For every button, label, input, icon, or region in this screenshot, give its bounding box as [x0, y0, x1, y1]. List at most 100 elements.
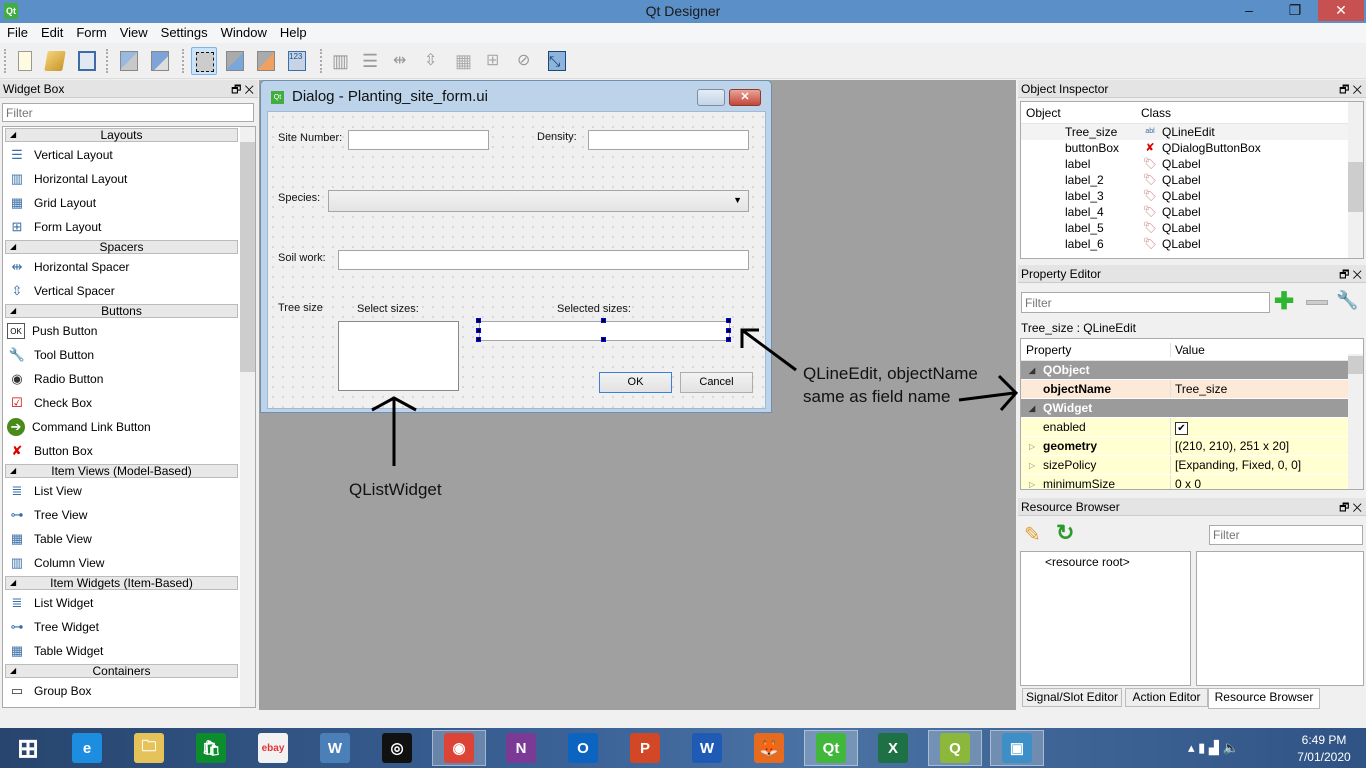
bring-to-front-button[interactable]: [147, 47, 173, 75]
property-value[interactable]: Tree_size: [1171, 382, 1227, 396]
tab-signal-slot-editor[interactable]: Signal/Slot Editor: [1022, 688, 1122, 707]
toolbar-grip[interactable]: [4, 49, 7, 73]
property-row[interactable]: ▷ sizePolicy [Expanding, Fixed, 0, 0]: [1021, 456, 1363, 475]
resource-root-item[interactable]: <resource root>: [1021, 552, 1190, 569]
widget-category-header[interactable]: ◢ Item Views (Model-Based): [5, 464, 238, 478]
tab-resource-browser[interactable]: Resource Browser: [1208, 688, 1320, 709]
taskbar-internet-explorer[interactable]: e: [60, 730, 114, 766]
object-tree-row[interactable]: label_3 🏷 QLabel: [1021, 188, 1363, 204]
lay-out-vertically-button[interactable]: ☰: [358, 47, 384, 75]
taskbar-app-circle[interactable]: ◎: [370, 730, 424, 766]
save-form-button[interactable]: [74, 47, 100, 75]
widget-category-header[interactable]: ◢ Layouts: [5, 128, 238, 142]
object-inspector-scrollbar[interactable]: [1348, 102, 1363, 258]
taskbar-chrome[interactable]: ◉: [432, 730, 486, 766]
menu-window[interactable]: Window: [214, 23, 273, 40]
restore-button[interactable]: ❐: [1272, 0, 1318, 21]
object-tree-row[interactable]: label_6 🏷 QLabel: [1021, 236, 1363, 252]
taskbar-qgis[interactable]: Q: [928, 730, 982, 766]
object-tree-row[interactable]: label_5 🏷 QLabel: [1021, 220, 1363, 236]
object-tree-row[interactable]: label_2 🏷 QLabel: [1021, 172, 1363, 188]
close-icon[interactable]: ✕: [1352, 269, 1362, 281]
edit-resources-pencil-icon[interactable]: ✎: [1024, 522, 1041, 547]
expand-triangle-icon[interactable]: ▷: [1029, 461, 1035, 470]
property-group-row[interactable]: ◢ QObject: [1021, 361, 1363, 380]
taskbar-clock[interactable]: 6:49 PM 7/01/2020: [1292, 732, 1356, 766]
widget-category-header[interactable]: ◢ Spacers: [5, 240, 238, 254]
resource-filter-input[interactable]: [1209, 525, 1363, 545]
taskbar-wing-ide[interactable]: W: [308, 730, 362, 766]
object-tree-row[interactable]: Tree_size abl QLineEdit: [1021, 124, 1363, 140]
configure-wrench-icon[interactable]: 🔧: [1336, 290, 1358, 311]
property-value[interactable]: [Expanding, Fixed, 0, 0]: [1171, 458, 1301, 472]
widget-item[interactable]: ✘ Button Box: [3, 439, 255, 463]
object-tree-row[interactable]: buttonBox ✘ QDialogButtonBox: [1021, 140, 1363, 156]
lay-out-horizontal-splitter-button[interactable]: ⇹: [389, 47, 415, 75]
close-icon[interactable]: ✕: [1352, 84, 1362, 96]
menu-view[interactable]: View: [113, 23, 154, 40]
widget-category-header[interactable]: ◢ Containers: [5, 664, 238, 678]
widget-item[interactable]: ⊶ Tree Widget: [3, 615, 255, 639]
column-header-property[interactable]: Property: [1021, 342, 1171, 357]
scrollbar-thumb[interactable]: [1348, 356, 1363, 374]
widget-item[interactable]: ⊶ Tree View: [3, 503, 255, 527]
widget-item[interactable]: ➔ Command Link Button: [3, 415, 255, 439]
close-button[interactable]: ✕: [1318, 0, 1364, 21]
widget-item[interactable]: ⊞ Form Layout: [3, 215, 255, 239]
taskbar-ebay[interactable]: ebay: [246, 730, 300, 766]
taskbar-store[interactable]: 🛍: [184, 730, 238, 766]
widget-item[interactable]: ☰ Vertical Layout: [3, 143, 255, 167]
widget-item[interactable]: ▥ Column View: [3, 551, 255, 575]
property-row[interactable]: objectName Tree_size: [1021, 380, 1363, 399]
open-form-button[interactable]: [42, 47, 68, 75]
taskbar-word[interactable]: W: [680, 730, 734, 766]
object-tree-row[interactable]: label_4 🏷 QLabel: [1021, 204, 1363, 220]
property-value[interactable]: [(210, 210), 251 x 20]: [1171, 439, 1289, 453]
lay-out-form-button[interactable]: ⊞: [482, 47, 508, 75]
widget-category-header[interactable]: ◢ Buttons: [5, 304, 238, 318]
widget-item[interactable]: OK Push Button: [3, 319, 255, 343]
taskbar-qt-designer[interactable]: Qt: [804, 730, 858, 766]
toolbar-grip[interactable]: [182, 49, 185, 73]
widget-box-scrollbar-thumb[interactable]: [240, 142, 255, 372]
menu-file[interactable]: File: [0, 23, 34, 40]
taskbar-start[interactable]: ⊞: [6, 730, 50, 766]
lay-out-vertical-splitter-button[interactable]: ⇳: [420, 47, 446, 75]
toolbar-grip[interactable]: [106, 49, 109, 73]
enabled-checkbox[interactable]: ✔: [1171, 420, 1188, 435]
widget-item[interactable]: ≣ List View: [3, 479, 255, 503]
float-icon[interactable]: 🗗: [1339, 84, 1349, 96]
taskbar-file-explorer[interactable]: 🗀: [122, 730, 176, 766]
collapse-triangle-icon[interactable]: ◢: [1029, 404, 1035, 413]
lay-out-grid-button[interactable]: ▦: [451, 47, 477, 75]
menu-form[interactable]: Form: [69, 23, 112, 40]
column-header-object[interactable]: Object: [1021, 106, 1141, 120]
taskbar-excel[interactable]: X: [866, 730, 920, 766]
column-header-value[interactable]: Value: [1171, 343, 1205, 357]
taskbar-onenote[interactable]: N: [494, 730, 548, 766]
property-row[interactable]: ▷ minimumSize 0 x 0: [1021, 475, 1363, 489]
edit-buddies-button[interactable]: [253, 47, 279, 75]
property-row[interactable]: enabled ✔: [1021, 418, 1363, 437]
send-to-back-button[interactable]: [116, 47, 142, 75]
adjust-size-button[interactable]: ⤡: [544, 47, 570, 75]
property-group-row[interactable]: ◢ QWidget: [1021, 399, 1363, 418]
expand-triangle-icon[interactable]: ▷: [1029, 480, 1035, 489]
close-icon[interactable]: ✕: [244, 84, 254, 96]
edit-widgets-button[interactable]: [191, 47, 217, 75]
widget-item[interactable]: ⇳ Vertical Spacer: [3, 279, 255, 303]
widget-item[interactable]: 🔧 Tool Button: [3, 343, 255, 367]
widget-item[interactable]: ⇹ Horizontal Spacer: [3, 255, 255, 279]
taskbar-photos[interactable]: ▣: [990, 730, 1044, 766]
taskbar-firefox[interactable]: 🦊: [742, 730, 796, 766]
property-value[interactable]: 0 x 0: [1171, 477, 1201, 489]
widget-category-header[interactable]: ◢ Item Widgets (Item-Based): [5, 576, 238, 590]
system-tray-icons[interactable]: ▴ ▮ ▟ 🔈: [1188, 740, 1239, 756]
property-editor-scrollbar[interactable]: [1348, 354, 1363, 489]
collapse-triangle-icon[interactable]: ◢: [1029, 366, 1035, 375]
toolbar-grip[interactable]: [320, 49, 323, 73]
property-filter-input[interactable]: [1021, 292, 1270, 313]
widget-item[interactable]: ▦ Table Widget: [3, 639, 255, 663]
taskbar-powerpoint[interactable]: P: [618, 730, 672, 766]
taskbar-outlook[interactable]: O: [556, 730, 610, 766]
